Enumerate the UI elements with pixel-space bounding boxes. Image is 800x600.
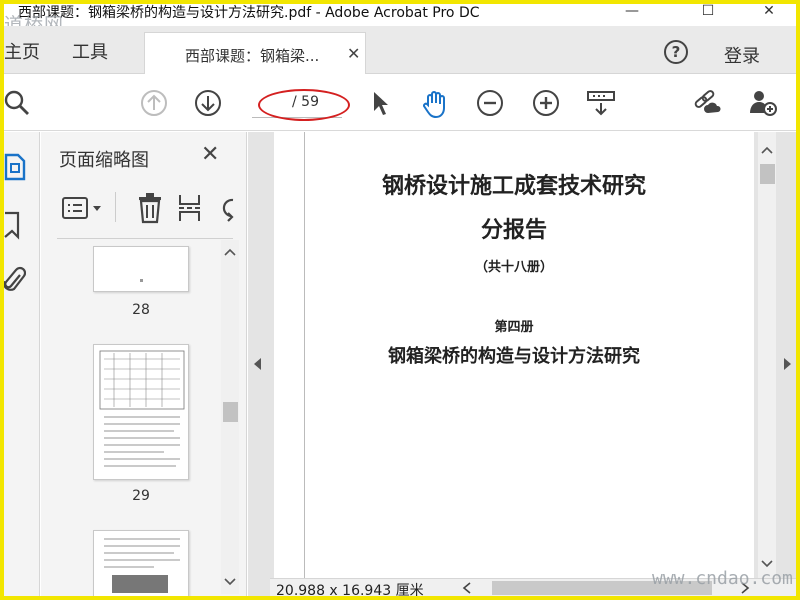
zoom-in-icon[interactable] <box>532 89 560 117</box>
trash-icon[interactable] <box>137 192 163 224</box>
document-scrollbar[interactable] <box>758 132 776 578</box>
pdf-page: 钢桥设计施工成套技术研究 分报告 （共十八册） 第四册 钢箱梁桥的构造与设计方法… <box>274 132 754 578</box>
thumbnail-page-number: 28 <box>132 302 150 318</box>
rotate-icon[interactable] <box>219 196 247 222</box>
tab-home[interactable]: 主页 <box>4 38 40 64</box>
thumbnail-page-number: 29 <box>132 488 150 504</box>
share-link-icon[interactable] <box>692 89 722 117</box>
add-user-icon[interactable] <box>748 89 778 117</box>
collapse-right-panel-icon[interactable] <box>784 358 791 370</box>
left-nav-strip <box>4 132 40 596</box>
bookmark-icon[interactable] <box>4 210 24 240</box>
previous-page-icon[interactable] <box>140 89 168 117</box>
select-cursor-icon[interactable] <box>368 89 392 117</box>
page-thumbnails-panel: 页面缩略图 ✕ 28 29 <box>41 132 247 596</box>
panel-divider <box>57 238 233 239</box>
toolbar-divider <box>115 192 116 222</box>
scroll-down-arrow-icon[interactable] <box>761 560 773 568</box>
tab-document-label: 西部课题：钢箱梁... <box>185 47 320 65</box>
scroll-left-arrow-icon[interactable] <box>462 582 472 594</box>
thumbnail-page-28[interactable] <box>93 246 189 292</box>
tab-tools[interactable]: 工具 <box>72 38 108 64</box>
scroll-up-arrow-icon[interactable] <box>761 146 773 154</box>
close-window-button[interactable]: ✕ <box>746 4 792 24</box>
scroll-up-arrow-icon[interactable] <box>224 248 236 256</box>
maximize-button[interactable]: ☐ <box>685 4 731 24</box>
doc-volume-number: 第四册 <box>494 320 534 335</box>
window-title: 西部课题：钢箱梁桥的构造与设计方法研究.pdf - Adobe Acrobat … <box>18 5 480 21</box>
red-circle-annotation <box>258 89 350 121</box>
tab-bar: 主页 工具 西部课题：钢箱梁... ✕ ? 登录 <box>4 26 796 74</box>
zoom-out-icon[interactable] <box>476 89 504 117</box>
document-viewport[interactable]: 钢桥设计施工成套技术研究 分报告 （共十八册） 第四册 钢箱梁桥的构造与设计方法… <box>248 132 796 596</box>
watermark-url: www.cndao.com <box>652 568 793 589</box>
hand-tool-icon[interactable] <box>420 89 450 119</box>
collapse-left-panel-icon[interactable] <box>254 358 261 370</box>
attachment-icon[interactable] <box>4 266 26 296</box>
help-icon[interactable]: ? <box>664 40 688 64</box>
title-bar: 西部课题：钢箱梁桥的构造与设计方法研究.pdf - Adobe Acrobat … <box>4 4 796 36</box>
thumbnail-page-30[interactable] <box>93 530 189 596</box>
next-page-icon[interactable] <box>194 89 222 117</box>
thumbnail-scrollbar[interactable] <box>221 240 239 594</box>
scroll-mode-icon[interactable] <box>586 89 616 117</box>
doc-volume-count: （共十八册） <box>474 260 553 275</box>
thumbnail-page-29[interactable] <box>93 344 189 480</box>
tab-document[interactable]: 西部课题：钢箱梁... ✕ <box>144 32 366 74</box>
search-icon[interactable] <box>4 89 32 117</box>
doc-subtitle: 分报告 <box>480 217 547 243</box>
doc-volume-title: 钢箱梁桥的构造与设计方法研究 <box>388 346 640 367</box>
toolbar: / 59 <box>4 75 796 131</box>
doc-main-title: 钢桥设计施工成套技术研究 <box>381 173 646 199</box>
login-button[interactable]: 登录 <box>724 42 760 68</box>
options-menu-icon[interactable] <box>61 196 105 220</box>
tab-close-icon[interactable]: ✕ <box>347 44 360 63</box>
insert-pages-icon[interactable] <box>177 192 203 224</box>
scrollbar-thumb[interactable] <box>223 402 238 422</box>
thumbnail-list: 28 29 <box>41 240 217 596</box>
scroll-down-arrow-icon[interactable] <box>224 578 236 586</box>
scrollbar-thumb[interactable] <box>760 164 775 184</box>
page-dimensions: 20.988 x 16.943 厘米 <box>276 583 424 596</box>
panel-close-icon[interactable]: ✕ <box>201 142 219 167</box>
minimize-button[interactable]: — <box>609 4 655 24</box>
panel-title: 页面缩略图 <box>59 150 149 171</box>
acrobat-window: 西部课题：钢箱梁桥的构造与设计方法研究.pdf - Adobe Acrobat … <box>4 4 796 596</box>
page-thumbnails-icon[interactable] <box>4 152 28 182</box>
